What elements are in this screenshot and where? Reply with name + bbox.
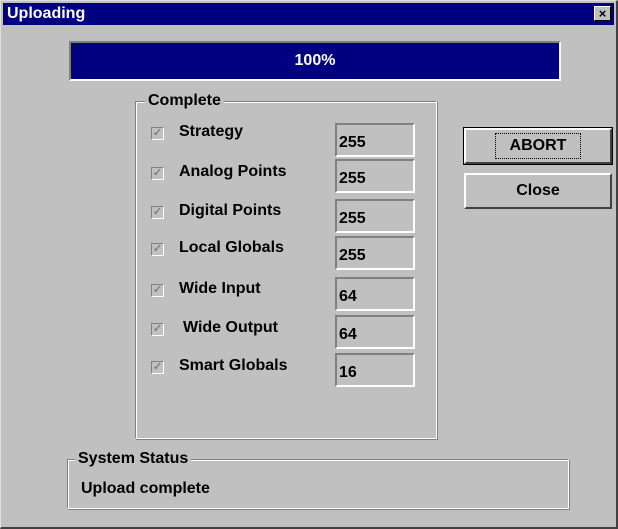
abort-button[interactable]: ABORT — [463, 127, 613, 165]
progress-percent: 100% — [294, 52, 336, 69]
wide-input-label: Wide Input — [179, 280, 261, 297]
strategy-checkbox[interactable]: ✓ — [151, 127, 164, 140]
wide-input-checkbox[interactable]: ✓ — [151, 284, 164, 297]
local-globals-value: 255 — [335, 236, 415, 270]
strategy-value: 255 — [335, 123, 415, 157]
smart-globals-checkbox[interactable]: ✓ — [151, 361, 164, 374]
progress-bar: 100% — [69, 41, 561, 81]
abort-button-label: ABORT — [494, 133, 582, 159]
title-bar: Uploading × — [3, 3, 614, 25]
digital-points-label: Digital Points — [179, 202, 282, 219]
wide-output-label: Wide Output — [183, 319, 278, 336]
digital-points-checkbox[interactable]: ✓ — [151, 206, 164, 219]
window-title: Uploading — [7, 5, 86, 22]
analog-points-checkbox[interactable]: ✓ — [151, 167, 164, 180]
strategy-label: Strategy — [179, 123, 244, 140]
system-status-label: System Status — [75, 450, 192, 468]
system-status-text: Upload complete — [81, 480, 210, 497]
smart-globals-label: Smart Globals — [179, 357, 288, 374]
close-icon[interactable]: × — [594, 6, 611, 21]
complete-group-label: Complete — [145, 92, 224, 110]
wide-input-value: 64 — [335, 277, 415, 311]
digital-points-value: 255 — [335, 199, 415, 233]
close-button[interactable]: Close — [464, 173, 612, 209]
analog-points-label: Analog Points — [179, 163, 287, 180]
analog-points-value: 255 — [335, 159, 415, 193]
upload-dialog: Uploading × 100% Complete ✓ Strategy 255… — [0, 0, 618, 529]
local-globals-checkbox[interactable]: ✓ — [151, 243, 164, 256]
wide-output-checkbox[interactable]: ✓ — [151, 323, 164, 336]
local-globals-label: Local Globals — [179, 239, 284, 256]
smart-globals-value: 16 — [335, 353, 415, 387]
wide-output-value: 64 — [335, 315, 415, 349]
